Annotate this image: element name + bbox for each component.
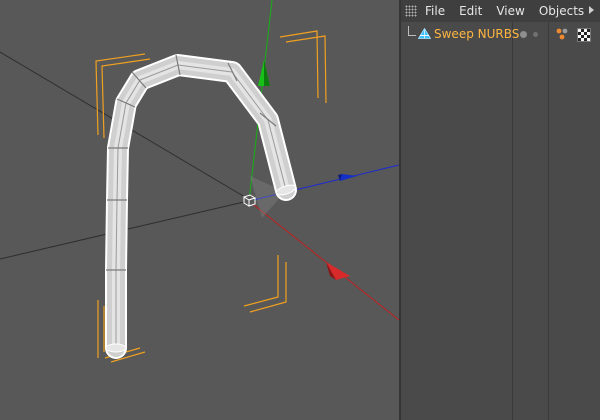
object-manager: File Edit View Objects Sweep NURBS xyxy=(401,0,600,420)
tube-start-cap xyxy=(105,343,127,353)
editor-visibility-dot[interactable] xyxy=(520,31,527,38)
menu-edit[interactable]: Edit xyxy=(459,4,482,18)
menu-file[interactable]: File xyxy=(425,4,445,18)
x-axis xyxy=(248,200,399,321)
3d-viewport[interactable] xyxy=(0,0,399,420)
tree-connector xyxy=(408,26,416,36)
material-tag-icon[interactable] xyxy=(555,27,569,41)
render-visibility-dot[interactable] xyxy=(533,32,538,37)
object-manager-menubar: File Edit View Objects xyxy=(401,0,600,22)
sweep-nurbs-icon xyxy=(418,28,431,39)
menu-objects[interactable]: Objects xyxy=(539,4,584,18)
object-row-sweep-nurbs[interactable]: Sweep NURBS xyxy=(401,24,600,44)
object-name[interactable]: Sweep NURBS xyxy=(434,27,519,41)
z-axis-handle xyxy=(340,174,357,181)
grip-dots-icon[interactable] xyxy=(405,5,417,17)
column-separator xyxy=(548,22,549,420)
arrow-right-icon[interactable] xyxy=(589,6,594,14)
texture-tag-icon[interactable] xyxy=(577,28,591,42)
object-origin-icon xyxy=(242,194,257,207)
menu-view[interactable]: View xyxy=(496,4,524,18)
column-separator xyxy=(512,22,513,420)
